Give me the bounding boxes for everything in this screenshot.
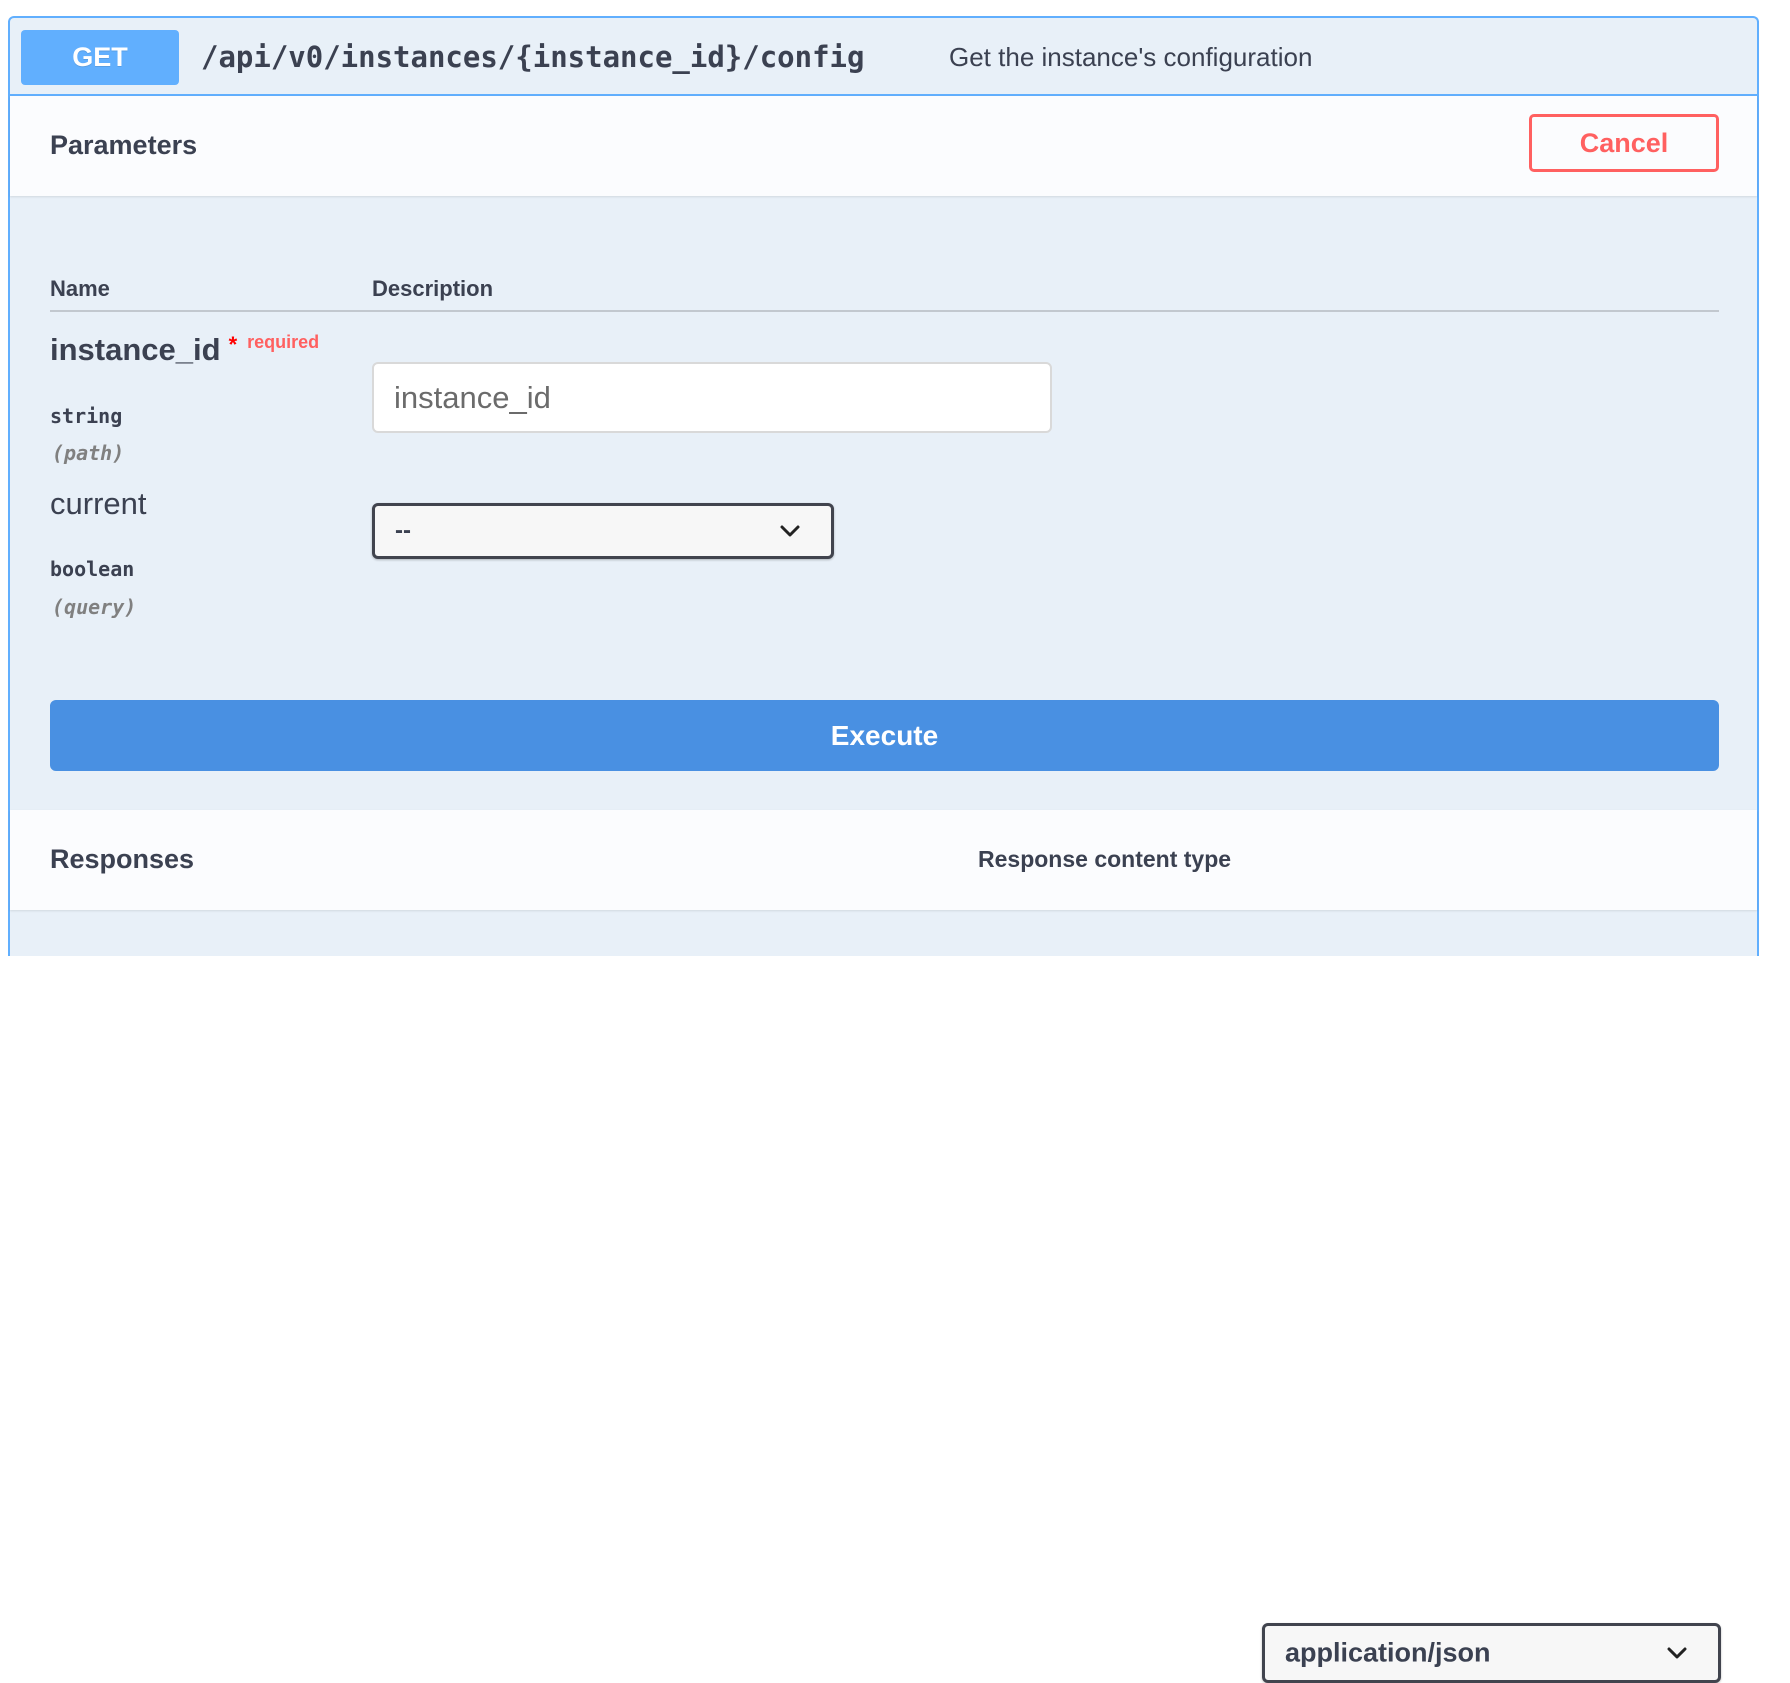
param-current-type: boolean xyxy=(50,557,135,581)
current-select-value: -- xyxy=(395,517,411,544)
execute-button[interactable]: Execute xyxy=(50,700,1719,771)
current-select[interactable]: -- xyxy=(372,503,834,559)
column-header-description: Description xyxy=(372,276,494,301)
parameters-header: Parameters Cancel xyxy=(10,96,1757,196)
table-header-divider xyxy=(50,310,1719,312)
param-instance-id-name: instance_id * required xyxy=(50,332,319,368)
responses-header: Responses Response content type applicat… xyxy=(10,810,1757,1683)
operation-block: GET /api/v0/instances/{instance_id}/conf… xyxy=(8,16,1759,1683)
param-current-name: current xyxy=(50,486,147,521)
http-method-badge: GET xyxy=(21,30,179,85)
required-star: * xyxy=(228,332,238,357)
response-content-type-value: application/json xyxy=(1285,1637,1491,1668)
param-instance-id-type: string xyxy=(50,404,123,428)
param-instance-id-location: (path) xyxy=(52,441,125,465)
column-header-name: Name xyxy=(50,276,110,301)
operation-summary[interactable]: GET /api/v0/instances/{instance_id}/conf… xyxy=(10,18,1757,96)
chevron-down-icon xyxy=(780,525,800,537)
cancel-button[interactable]: Cancel xyxy=(1529,114,1719,172)
parameters-title: Parameters xyxy=(50,130,198,160)
operation-description: Get the instance's configuration xyxy=(949,42,1313,72)
responses-title: Responses xyxy=(50,844,195,874)
operation-path: /api/v0/instances/{instance_id}/config xyxy=(201,40,865,74)
response-content-type-label: Response content type xyxy=(978,846,1232,872)
instance-id-input[interactable] xyxy=(372,362,1052,433)
param-current-location: (query) xyxy=(52,595,137,619)
required-label: required xyxy=(247,332,320,352)
param-name-text: instance_id xyxy=(50,332,221,367)
response-content-type-select[interactable]: application/json xyxy=(1262,1623,1721,1683)
chevron-down-icon xyxy=(1667,1647,1687,1659)
